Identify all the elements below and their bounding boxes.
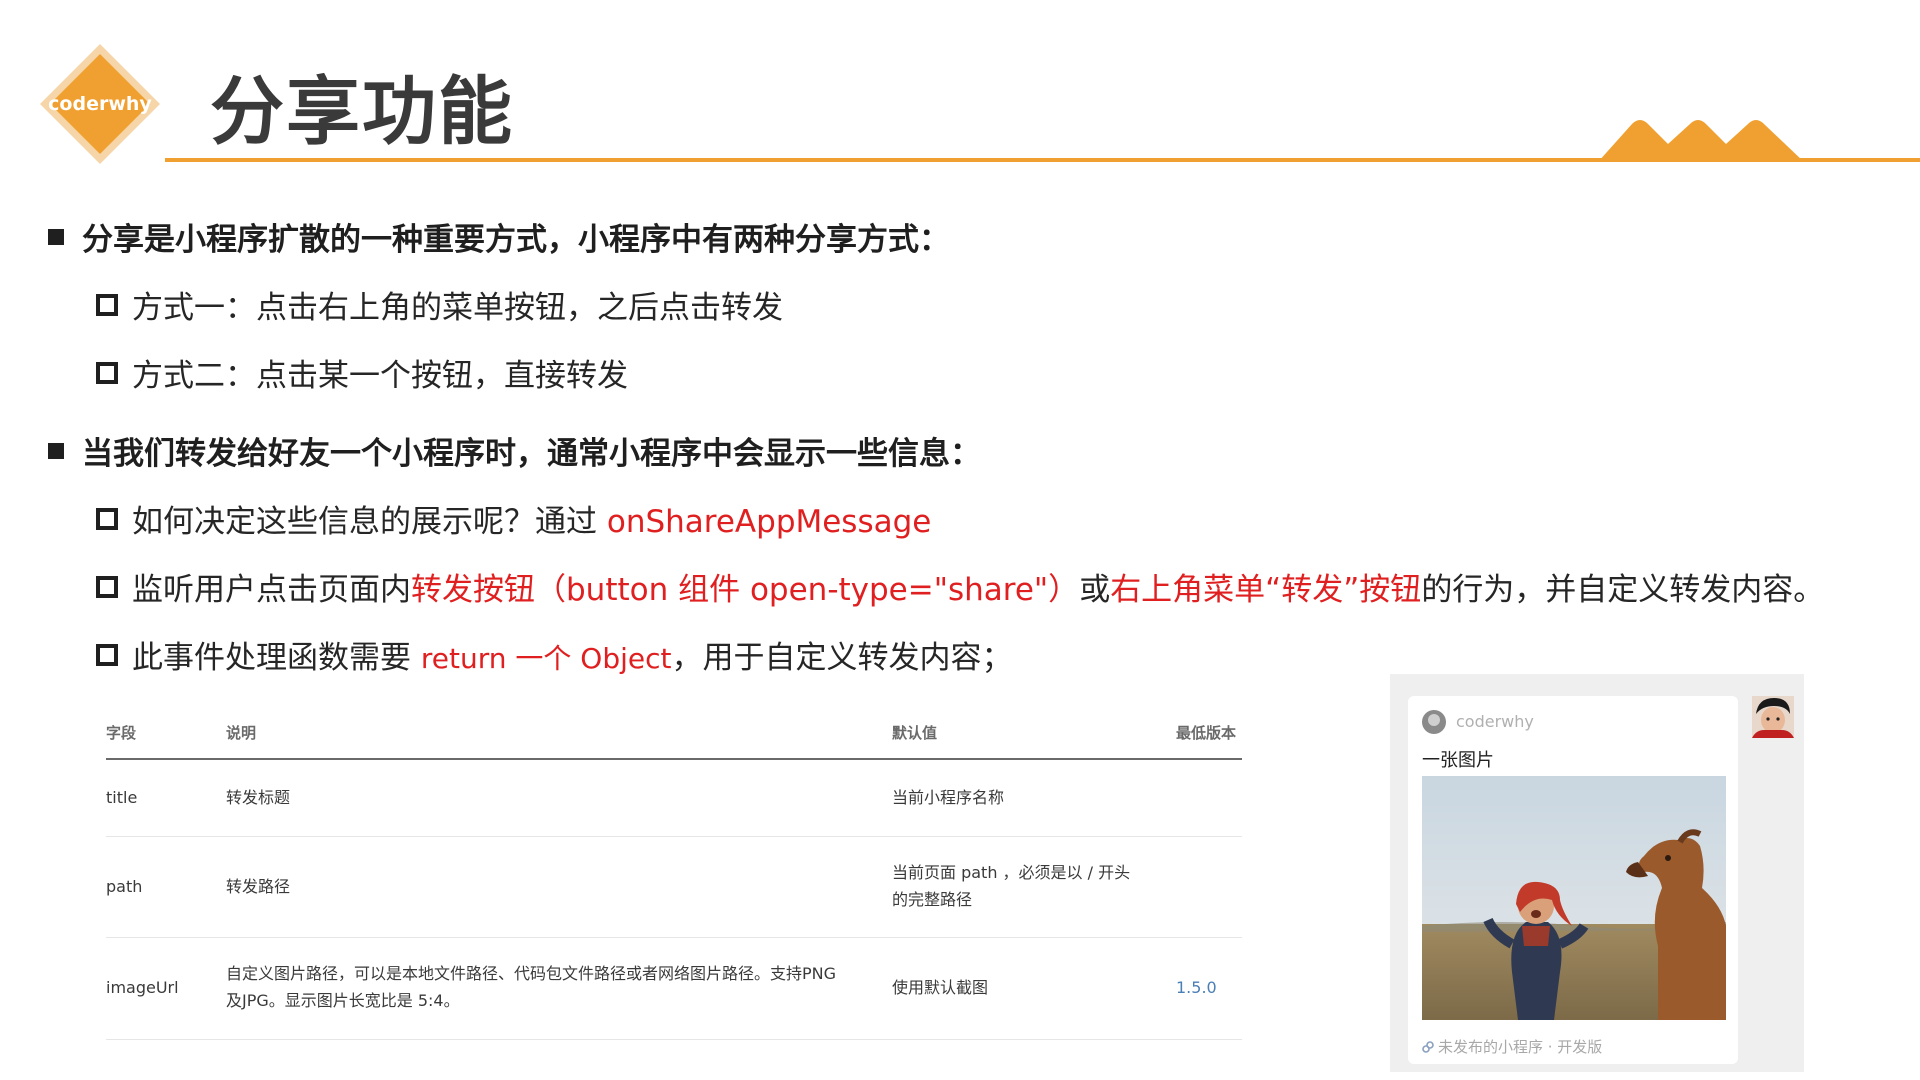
- user-avatar-icon[interactable]: [1752, 696, 1794, 738]
- plain-text: 方式二：点击某一个按钮，直接转发: [132, 358, 628, 394]
- user-avatar-image: [1752, 696, 1794, 738]
- bullet-sub: 方式二：点击某一个按钮，直接转发: [96, 350, 628, 395]
- bullet-text: 监听用户点击页面内转发按钮（button 组件 open-type="share…: [132, 564, 1824, 609]
- bullet-text: 分享是小程序扩散的一种重要方式，小程序中有两种分享方式：: [82, 214, 950, 259]
- table-header-version: 最低版本: [1176, 724, 1237, 742]
- bullet-sub: 方式一：点击右上角的菜单按钮，之后点击转发: [96, 282, 783, 327]
- card-app-name: coderwhy: [1456, 712, 1534, 731]
- plain-text: 或: [1079, 572, 1111, 608]
- card-title: 一张图片: [1422, 750, 1494, 771]
- page-title: 分享功能: [210, 69, 514, 155]
- bullet-text: 此事件处理函数需要 return 一个 Object，用于自定义转发内容；: [132, 632, 1012, 677]
- bullet-text: 当我们转发给好友一个小程序时，通常小程序中会显示一些信息：: [82, 428, 981, 473]
- share-card[interactable]: coderwhy 一张图片 未发布的小程序 · 开发版: [1408, 696, 1738, 1064]
- hollow-square-bullet-icon: [96, 507, 118, 530]
- plain-text: 如何决定这些信息的展示呢？通过: [132, 504, 607, 540]
- card-image: [1422, 776, 1726, 1020]
- table-row: imageUrl 自定义图片路径，可以是本地文件路径、代码包文件路径或者网络图片…: [106, 938, 1242, 1040]
- highlight-text: 转发按钮（button 组件 open-type="share"）: [411, 572, 1080, 608]
- plain-text: 的行为，并自定义转发内容。: [1421, 572, 1825, 608]
- card-footer: 未发布的小程序 · 开发版: [1422, 1036, 1602, 1057]
- coderwhy-logo: coderwhy: [38, 42, 162, 166]
- table-row: path 转发路径 当前页面 path ，必须是以 / 开头的完整路径: [106, 837, 1242, 938]
- plain-text: 方式一：点击右上角的菜单按钮，之后点击转发: [132, 290, 783, 326]
- bullet-text: 方式一：点击右上角的菜单按钮，之后点击转发: [132, 282, 783, 327]
- hollow-square-bullet-icon: [96, 575, 118, 598]
- highlight-text: 右上角菜单“转发”按钮: [1110, 572, 1422, 608]
- table-cell-desc: 转发标题: [226, 788, 291, 807]
- table-cell-default: 使用默认截图: [892, 978, 989, 997]
- table-row: title 转发标题 当前小程序名称: [106, 760, 1242, 837]
- bullet-sub: 此事件处理函数需要 return 一个 Object，用于自定义转发内容；: [96, 632, 1012, 677]
- table-header-desc: 说明: [226, 724, 257, 742]
- plain-text: 当我们转发给好友一个小程序时，通常小程序中会显示一些信息：: [82, 436, 981, 472]
- share-params-table: 字段 说明 默认值 最低版本 title 转发标题 当前小程序名称 path 转…: [106, 710, 1242, 1040]
- table-cell-default: 当前页面 path ，必须是以 / 开头的完整路径: [892, 863, 1131, 909]
- bullet-text: 方式二：点击某一个按钮，直接转发: [132, 350, 628, 395]
- table-cell-desc: 自定义图片路径，可以是本地文件路径、代码包文件路径或者网络图片路径。支持PNG …: [226, 964, 837, 1010]
- plain-text: ，用于自定义转发内容；: [671, 640, 1013, 676]
- bullet-main: 分享是小程序扩散的一种重要方式，小程序中有两种分享方式：: [48, 214, 950, 259]
- table-cell-field: path: [106, 877, 143, 896]
- filled-square-bullet-icon: [48, 442, 64, 459]
- plain-text: 监听用户点击页面内: [132, 572, 411, 608]
- table-header-field: 字段: [106, 724, 137, 742]
- app-avatar-icon: [1422, 710, 1446, 734]
- hollow-square-bullet-icon: [96, 643, 118, 666]
- card-footer-label: 未发布的小程序 · 开发版: [1438, 1038, 1603, 1056]
- table-cell-field: title: [106, 788, 138, 807]
- filled-square-bullet-icon: [48, 228, 64, 245]
- table-cell-field: imageUrl: [106, 978, 179, 997]
- bullet-main: 当我们转发给好友一个小程序时，通常小程序中会显示一些信息：: [48, 428, 981, 473]
- plain-text: 此事件处理函数需要: [132, 640, 421, 676]
- highlight-text: onShareAppMessage: [606, 504, 932, 540]
- bullet-sub: 如何决定这些信息的展示呢？通过 onShareAppMessage: [96, 496, 931, 541]
- plain-text: 分享是小程序扩散的一种重要方式，小程序中有两种分享方式：: [82, 222, 950, 258]
- table-header-row: 字段 说明 默认值 最低版本: [106, 710, 1242, 760]
- mountain-decoration-icon: [1598, 120, 1804, 162]
- table-header-default: 默认值: [892, 724, 938, 742]
- table-cell-version: 1.5.0: [1176, 978, 1217, 997]
- hollow-square-bullet-icon: [96, 361, 118, 384]
- bullet-text: 如何决定这些信息的展示呢？通过 onShareAppMessage: [132, 496, 931, 541]
- table-cell-desc: 转发路径: [226, 877, 291, 896]
- mini-program-link-icon: [1422, 1040, 1434, 1053]
- logo-text: coderwhy: [48, 93, 152, 115]
- bullet-sub: 监听用户点击页面内转发按钮（button 组件 open-type="share…: [96, 564, 1824, 609]
- table-cell-default: 当前小程序名称: [892, 788, 1005, 807]
- girl-and-camel-photo: [1422, 776, 1726, 1020]
- hollow-square-bullet-icon: [96, 293, 118, 316]
- highlight-text: return 一个 Object: [420, 642, 672, 675]
